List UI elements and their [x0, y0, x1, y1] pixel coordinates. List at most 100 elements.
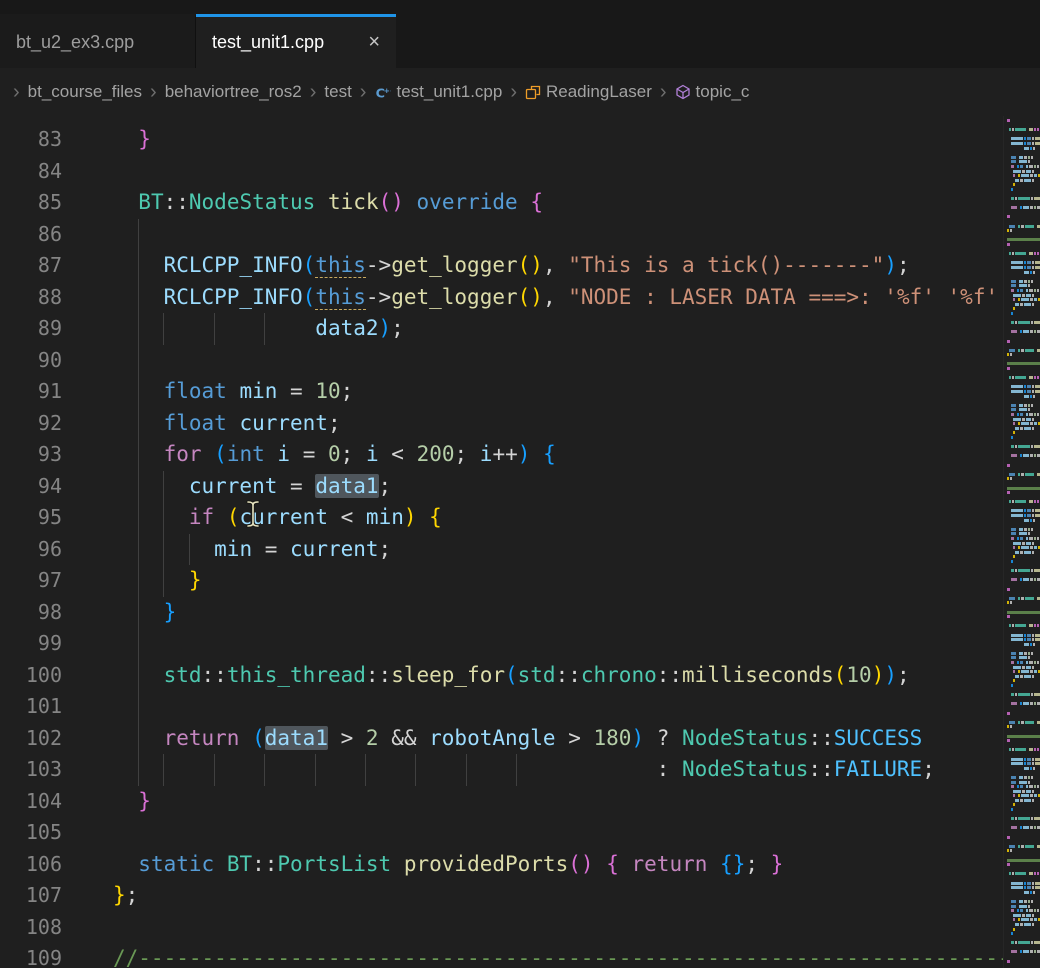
editor[interactable]: 8384858687888990919293949596979899100101…	[0, 116, 1040, 968]
breadcrumb-item-test-unit1-cpp[interactable]: C++test_unit1.cpp	[374, 82, 502, 102]
code-line[interactable]: : NodeStatus::FAILURE;	[113, 754, 1040, 786]
line-number[interactable]: 102	[0, 723, 113, 755]
minimap-row	[1007, 225, 1040, 228]
code-line[interactable]	[113, 219, 1040, 251]
minimap-row	[1007, 675, 1040, 678]
line-number[interactable]: 89	[0, 313, 113, 345]
line-number[interactable]: 98	[0, 597, 113, 629]
line-number[interactable]: 86	[0, 219, 113, 251]
code-line[interactable]: std::this_thread::sleep_for(std::chrono:…	[113, 660, 1040, 692]
code-line[interactable]: }	[113, 786, 1040, 818]
minimap-row	[1007, 266, 1040, 269]
minimap-row	[1007, 905, 1040, 908]
code-line[interactable]	[113, 345, 1040, 377]
code-line[interactable]: RCLCPP_INFO(this->get_logger(), "This is…	[113, 250, 1040, 282]
minimap-row	[1007, 431, 1040, 434]
minimap-row	[1007, 128, 1040, 131]
code-line[interactable]: static BT::PortsList providedPorts() { r…	[113, 849, 1040, 881]
minimap-row	[1007, 634, 1040, 637]
code-line[interactable]: }	[113, 124, 1040, 156]
minimap-row	[1007, 588, 1040, 591]
line-number[interactable]: 96	[0, 534, 113, 566]
code-line[interactable]: BT::NodeStatus tick() override {	[113, 187, 1040, 219]
code-line[interactable]	[113, 691, 1040, 723]
text-cursor-icon	[244, 499, 262, 534]
line-number[interactable]: 91	[0, 376, 113, 408]
close-icon[interactable]: ×	[368, 31, 380, 54]
line-number[interactable]: 108	[0, 912, 113, 944]
line-number[interactable]: 87	[0, 250, 113, 282]
minimap-row	[1007, 799, 1040, 802]
line-number[interactable]: 105	[0, 817, 113, 849]
minimap-row	[1007, 785, 1040, 788]
code-line[interactable]: //--------------------------------------…	[113, 943, 1040, 968]
minimap-row	[1007, 592, 1040, 595]
tab-test_unit1-cpp[interactable]: test_unit1.cpp ×	[196, 14, 396, 68]
minimap-row	[1007, 647, 1040, 650]
line-number[interactable]: 103	[0, 754, 113, 786]
minimap-row	[1007, 882, 1040, 885]
minimap-row	[1007, 174, 1040, 177]
breadcrumb-item-bt-course-files[interactable]: bt_course_files	[28, 82, 142, 102]
line-number[interactable]: 85	[0, 187, 113, 219]
breadcrumb-item-behaviortree-ros2[interactable]: behaviortree_ros2	[165, 82, 302, 102]
code-line[interactable]: min = current;	[113, 534, 1040, 566]
minimap-row	[1007, 661, 1040, 664]
minimap-row	[1007, 546, 1040, 549]
code-line[interactable]	[113, 156, 1040, 188]
minimap-row	[1007, 739, 1040, 742]
minimap[interactable]	[1003, 116, 1040, 968]
line-number[interactable]: 90	[0, 345, 113, 377]
minimap-row	[1007, 303, 1040, 306]
breadcrumb-item-test[interactable]: test	[324, 82, 351, 102]
code-line[interactable]: float min = 10;	[113, 376, 1040, 408]
code-line[interactable]: return (data1 > 2 && robotAngle > 180) ?…	[113, 723, 1040, 755]
code-line[interactable]: current = data1;	[113, 471, 1040, 503]
line-number[interactable]: 97	[0, 565, 113, 597]
line-number[interactable]: 95	[0, 502, 113, 534]
code-line[interactable]	[113, 817, 1040, 849]
line-number[interactable]: 107	[0, 880, 113, 912]
breadcrumb-label: behaviortree_ros2	[165, 82, 302, 102]
code-line[interactable]: data2);	[113, 313, 1040, 345]
minimap-row	[1007, 408, 1040, 411]
minimap-row	[1007, 215, 1040, 218]
minimap-row	[1007, 813, 1040, 816]
minimap-row	[1007, 491, 1040, 494]
minimap-row	[1007, 330, 1040, 333]
minimap-row	[1007, 238, 1040, 241]
line-number[interactable]: 104	[0, 786, 113, 818]
tab-bt_u2_ex3-cpp[interactable]: bt_u2_ex3.cpp	[0, 14, 196, 68]
code-line[interactable]: for (int i = 0; i < 200; i++) {	[113, 439, 1040, 471]
code-line[interactable]: RCLCPP_INFO(this->get_logger(), "NODE : …	[113, 282, 1040, 314]
code-line[interactable]: };	[113, 880, 1040, 912]
code-area[interactable]: } BT::NodeStatus tick() override { RCLCP…	[113, 116, 1040, 968]
code-line[interactable]: }	[113, 565, 1040, 597]
line-number[interactable]: 83	[0, 124, 113, 156]
code-line[interactable]: }	[113, 597, 1040, 629]
line-number[interactable]: 106	[0, 849, 113, 881]
code-line[interactable]	[113, 912, 1040, 944]
code-line[interactable]	[113, 628, 1040, 660]
line-number[interactable]: 101	[0, 691, 113, 723]
breadcrumb-expand-icon[interactable]: ›	[12, 82, 21, 102]
breadcrumb: ›bt_course_files›behaviortree_ros2›test›…	[0, 68, 1040, 116]
line-number[interactable]: 99	[0, 628, 113, 660]
line-number[interactable]: 92	[0, 408, 113, 440]
line-number[interactable]: 88	[0, 282, 113, 314]
breadcrumb-item-readinglaser[interactable]: ReadingLaser	[525, 82, 652, 102]
minimap-row	[1007, 340, 1040, 343]
minimap-row	[1007, 468, 1040, 471]
minimap-row	[1007, 170, 1040, 173]
chevron-right-icon: ›	[359, 82, 368, 102]
line-number[interactable]: 100	[0, 660, 113, 692]
minimap-row	[1007, 560, 1040, 563]
line-number[interactable]: 109	[0, 943, 113, 968]
line-number[interactable]: 94	[0, 471, 113, 503]
minimap-row	[1007, 670, 1040, 673]
breadcrumb-item-topic-c[interactable]: topic_c	[675, 82, 750, 102]
line-number[interactable]: 84	[0, 156, 113, 188]
code-line[interactable]: float current;	[113, 408, 1040, 440]
line-number[interactable]: 93	[0, 439, 113, 471]
minimap-row	[1007, 748, 1040, 751]
